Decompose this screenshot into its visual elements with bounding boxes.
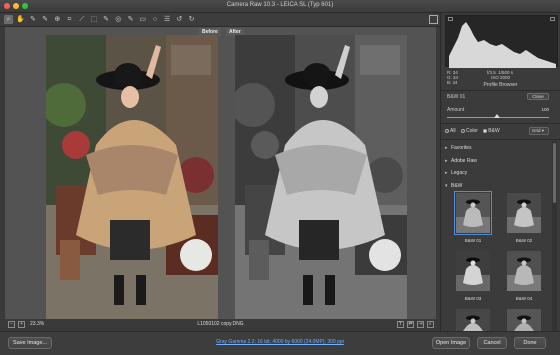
- thumb-image: [507, 251, 541, 291]
- cancel-button[interactable]: Cancel: [477, 337, 507, 349]
- profile-thumb-bw04[interactable]: [507, 251, 541, 291]
- graduated-filter-icon: ▭: [139, 16, 146, 23]
- adjustment-brush-tool[interactable]: ✎: [126, 15, 135, 24]
- amount-slider-thumb[interactable]: [494, 114, 500, 118]
- spot-removal-tool[interactable]: ✎: [102, 15, 111, 24]
- straighten-icon: ⟋: [79, 16, 85, 23]
- radial-filter-tool[interactable]: ○: [150, 15, 159, 24]
- graduated-filter-tool[interactable]: ▭: [138, 15, 147, 24]
- thumb-label: B&W 03: [464, 296, 482, 301]
- profile-name: B&W 01: [447, 94, 466, 100]
- profile-thumb-bw03[interactable]: [456, 251, 490, 291]
- before-photo: [46, 35, 218, 319]
- radial-filter-icon: ○: [152, 16, 157, 23]
- toggle-settings-button[interactable]: ◐: [427, 321, 434, 328]
- filter-all[interactable]: All: [445, 128, 456, 134]
- filter-bw[interactable]: B&W: [483, 128, 500, 134]
- color-sampler-icon: ✎: [42, 16, 49, 23]
- histogram-graph: [449, 22, 556, 68]
- profile-scrollbar[interactable]: [552, 141, 557, 331]
- rotate-cw-tool[interactable]: ↻: [187, 15, 196, 24]
- preferences-icon: ☰: [163, 16, 171, 23]
- after-photo-image: [235, 35, 407, 319]
- white-balance-tool[interactable]: ✎: [28, 15, 37, 24]
- section-adobe-raw[interactable]: ▸ Adobe Raw: [445, 158, 477, 164]
- spot-removal-icon: ✎: [103, 16, 110, 23]
- profile-thumb-bw06[interactable]: [507, 309, 541, 331]
- thumb-image: [456, 251, 490, 291]
- crop-icon: ⌗: [67, 16, 72, 23]
- section-bw[interactable]: ▾ B&W: [445, 183, 462, 189]
- toolbar: ⌕ ✋ ✎ ✎ ⊕ ⌗ ⟋ ⬚ ✎ ◎ ✎ ▭ ○ ☰ ↺ ↻: [0, 13, 440, 27]
- before-photo-image: [46, 35, 218, 319]
- bottom-bar: Save Image... Gray Gamma 2.2; 16 bit; 40…: [0, 331, 560, 355]
- targeted-adjustment-tool[interactable]: ⊕: [53, 15, 62, 24]
- filename-label: L1050102 copy.DNG: [197, 321, 244, 327]
- rotate-cw-icon: ↻: [188, 16, 195, 23]
- swap-settings-button[interactable]: ⇄: [407, 321, 414, 328]
- open-image-button[interactable]: Open Image: [432, 337, 470, 349]
- filter-color[interactable]: Color: [460, 128, 478, 134]
- red-eye-tool[interactable]: ◎: [114, 15, 123, 24]
- color-sampler-tool[interactable]: ✎: [41, 15, 50, 24]
- transform-icon: ⬚: [90, 16, 98, 23]
- toggle-fullscreen-button[interactable]: [429, 15, 438, 24]
- highlight-clipping-icon[interactable]: [550, 17, 555, 21]
- view-dropdown[interactable]: Grid ▾: [529, 127, 549, 135]
- crop-tool[interactable]: ⌗: [65, 15, 74, 24]
- window-title: Camera Raw 10.3 - LEICA SL (Typ 601): [226, 2, 334, 8]
- thumb-image: [507, 309, 541, 331]
- done-button[interactable]: Done: [514, 337, 546, 349]
- thumb-label: B&W 04: [515, 296, 533, 301]
- histogram: [445, 15, 558, 68]
- transform-tool[interactable]: ⬚: [89, 15, 98, 24]
- hand-icon: ✋: [16, 16, 26, 23]
- white-balance-icon: ✎: [29, 16, 36, 23]
- close-profile-browser-button[interactable]: Close: [527, 93, 549, 100]
- hand-tool[interactable]: ✋: [16, 15, 25, 24]
- thumb-image: [456, 193, 490, 233]
- title-bar: Camera Raw 10.3 - LEICA SL (Typ 601): [0, 0, 560, 13]
- amount-value[interactable]: 100: [527, 107, 549, 113]
- right-panel: R: 34 G: 34 B: 34 f/3.5 1/500 s ISO 2000…: [440, 13, 560, 331]
- viewer-footer: − + 23.3% L1050102 copy.DNG Y ⇄ ⇥ ◐: [5, 319, 436, 330]
- exposure-readout: f/3.5 1/500 s ISO 2000: [487, 70, 514, 80]
- rotate-ccw-icon: ↺: [176, 16, 183, 23]
- zoom-tool[interactable]: ⌕: [4, 15, 13, 24]
- profile-thumb-bw02[interactable]: [507, 193, 541, 233]
- section-favorites[interactable]: ▸ Favorites: [445, 145, 472, 151]
- thumb-label: B&W 01: [464, 238, 482, 243]
- image-viewer: Before After: [5, 27, 436, 319]
- workflow-options-link[interactable]: Gray Gamma 2.2; 16 bit; 4000 by 6000 (24…: [0, 339, 560, 345]
- view-mode-button[interactable]: Y: [397, 321, 404, 328]
- thumb-image: [507, 193, 541, 233]
- thumb-image: [456, 309, 490, 331]
- preferences-tool[interactable]: ☰: [163, 15, 172, 24]
- scrollbar-thumb[interactable]: [553, 143, 556, 203]
- red-eye-icon: ◎: [115, 16, 122, 23]
- profile-thumb-bw05[interactable]: [456, 309, 490, 331]
- amount-label: Amount: [447, 107, 465, 113]
- thumb-label: B&W 02: [515, 238, 533, 243]
- copy-settings-button[interactable]: ⇥: [417, 321, 424, 328]
- rotate-ccw-tool[interactable]: ↺: [175, 15, 184, 24]
- profile-browser-title: Profile Browser: [483, 82, 518, 88]
- straighten-tool[interactable]: ⟋: [77, 15, 86, 24]
- shadow-clipping-icon[interactable]: [448, 17, 453, 21]
- targeted-adjustment-icon: ⊕: [54, 16, 61, 23]
- section-legacy[interactable]: ▸ Legacy: [445, 170, 467, 176]
- adjustment-brush-icon: ✎: [127, 16, 134, 23]
- after-photo: [235, 35, 407, 319]
- zoom-icon: ⌕: [6, 16, 11, 23]
- profile-thumb-bw01[interactable]: [454, 191, 492, 235]
